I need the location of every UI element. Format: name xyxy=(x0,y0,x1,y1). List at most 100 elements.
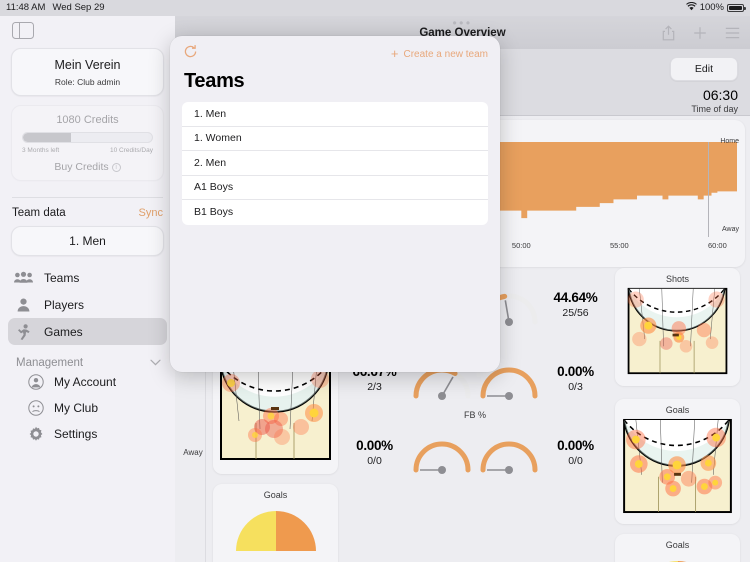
selected-team-button[interactable]: 1. Men xyxy=(11,226,164,256)
gauge-fraction: 25/56 xyxy=(562,306,589,319)
gear-icon xyxy=(28,426,44,442)
navbar-actions xyxy=(662,24,740,41)
management-label: Management xyxy=(16,357,84,369)
player-icon xyxy=(14,296,33,314)
gauge-group-label-fb: FB % xyxy=(463,410,486,420)
gauge-value-extra-left: 0.00% 0/0 xyxy=(344,438,406,467)
credits-rate: 10 Credits/Day xyxy=(110,147,153,154)
gauge-fraction: 2/3 xyxy=(367,380,382,393)
sync-button[interactable]: Sync xyxy=(139,207,163,219)
team-list-item[interactable]: 1. Women xyxy=(182,127,488,151)
axis-label-home: Home xyxy=(720,138,739,145)
tile-title: Goals xyxy=(665,405,690,415)
management-section-header[interactable]: Management xyxy=(16,357,161,369)
court-heatmap-goals-home xyxy=(623,418,732,514)
popover-toolbar: + Create a new team xyxy=(170,36,500,64)
axis-label-away: Away xyxy=(722,226,739,233)
tile-goals-home[interactable]: Goals xyxy=(615,399,740,524)
credits-months-left: 3 Months left xyxy=(22,147,60,154)
pie-chart-goals-home: 3 xyxy=(668,561,686,562)
teams-popover: + Create a new team Teams 1. Men 1. Women… xyxy=(170,36,500,372)
credits-card[interactable]: 1080 Credits 3 Months left 10 Credits/Da… xyxy=(11,105,164,181)
x-axis-tick: 60:00 xyxy=(708,241,727,250)
tile-goals-pie-away[interactable]: Goals xyxy=(213,484,338,562)
gauge-value-extra-right: 0.00% 0/0 xyxy=(545,438,607,467)
sidebar-item-players[interactable]: Players xyxy=(8,291,167,318)
team-list-item[interactable]: B1 Boys xyxy=(182,200,488,225)
score-header-right: Edit 06:30 Time of day xyxy=(669,57,738,114)
credits-title: 1080 Credits xyxy=(56,114,119,126)
tile-title: Goals xyxy=(665,540,690,550)
gauge-fraction: 0/0 xyxy=(367,454,382,467)
game-time-label: Time of day xyxy=(691,104,738,114)
sidebar-item-label: Teams xyxy=(44,270,80,285)
status-time: 11:48 AM xyxy=(6,2,46,13)
edit-button[interactable]: Edit xyxy=(669,57,738,81)
team-data-title: Team data xyxy=(12,207,66,219)
gauge-fraction: 0/0 xyxy=(568,454,583,467)
plus-icon: + xyxy=(390,46,399,61)
gauge-percent: 0.00% xyxy=(557,437,594,453)
sidebar: Mein Verein Role: Club admin 1080 Credit… xyxy=(0,16,175,562)
tile-title: Shots xyxy=(665,274,689,284)
popover-title: Teams xyxy=(184,70,245,92)
sidebar-item-label: My Account xyxy=(54,375,117,389)
sidebar-item-label: My Club xyxy=(54,401,99,415)
share-icon[interactable] xyxy=(662,24,675,41)
add-icon[interactable] xyxy=(693,26,707,40)
club-role: Role: Club admin xyxy=(54,77,121,87)
status-bar-left: 11:48 AM Wed Sep 29 xyxy=(6,2,105,13)
create-new-team-label: Create a new team xyxy=(403,48,489,60)
buy-credits-button[interactable]: Buy Credits i xyxy=(22,161,153,173)
menu-icon[interactable] xyxy=(725,27,740,39)
credits-progress-fill xyxy=(23,133,71,142)
tile-goals-pie-home[interactable]: Goals 3 xyxy=(615,534,740,562)
create-new-team-button[interactable]: + Create a new team xyxy=(390,46,489,61)
club-name: Mein Verein xyxy=(54,58,121,72)
court-heatmap-shots-home xyxy=(627,287,728,375)
sidebar-item-my-account[interactable]: My Account xyxy=(28,369,175,395)
team-data-section-header: Team data Sync xyxy=(12,197,163,219)
sidebar-item-label: Settings xyxy=(54,427,98,441)
gauge-percent: 0.00% xyxy=(356,437,393,453)
gauge-percent: 0.00% xyxy=(557,363,594,379)
buy-credits-label: Buy Credits xyxy=(54,161,109,173)
refresh-icon[interactable] xyxy=(183,44,198,64)
app-root: 11:48 AM Wed Sep 29 100% Mein Verein Rol… xyxy=(0,0,750,562)
drag-handle[interactable]: ••• xyxy=(452,17,472,29)
sidebar-item-games[interactable]: Games xyxy=(8,318,167,345)
x-axis-tick: 55:00 xyxy=(609,241,629,250)
club-icon xyxy=(28,400,44,416)
teams-list: 1. Men 1. Women 2. Men A1 Boys B1 Boys xyxy=(182,102,488,225)
sidebar-item-teams[interactable]: Teams xyxy=(8,264,167,291)
gauge-value-fb-right: 0.00% 0/3 xyxy=(545,364,607,393)
chart-axis xyxy=(708,142,709,237)
wifi-icon xyxy=(685,1,697,13)
status-bar: 11:48 AM Wed Sep 29 100% xyxy=(0,0,750,16)
lane-label-away: Away xyxy=(183,448,203,457)
account-icon xyxy=(28,374,44,390)
pie-chart-goals-away xyxy=(235,511,316,551)
chevron-down-icon[interactable] xyxy=(150,358,161,369)
sidebar-toggle-icon[interactable] xyxy=(12,22,34,39)
court-heatmap-goals-away xyxy=(220,364,331,460)
gauge-percent: 44.64% xyxy=(553,289,598,305)
status-date: Wed Sep 29 xyxy=(52,2,105,13)
tile-title: Goals xyxy=(263,490,288,500)
gauge-fraction: 0/3 xyxy=(568,380,583,393)
games-icon xyxy=(14,323,33,341)
team-list-item[interactable]: 2. Men xyxy=(182,151,488,176)
gauge-extra-left xyxy=(413,441,470,474)
info-icon[interactable]: i xyxy=(111,163,121,172)
tile-shots-home[interactable]: Shots xyxy=(615,268,740,386)
team-list-item[interactable]: 1. Men xyxy=(182,102,488,127)
credits-subtext: 3 Months left 10 Credits/Day xyxy=(22,147,153,154)
credits-progress-bar xyxy=(22,132,153,143)
sidebar-item-settings[interactable]: Settings xyxy=(28,421,175,447)
battery-percent: 100% xyxy=(699,2,724,13)
battery-icon xyxy=(727,3,746,12)
sidebar-item-my-club[interactable]: My Club xyxy=(28,395,175,421)
club-card[interactable]: Mein Verein Role: Club admin xyxy=(11,48,164,96)
teams-icon xyxy=(14,269,33,287)
team-list-item[interactable]: A1 Boys xyxy=(182,176,488,200)
